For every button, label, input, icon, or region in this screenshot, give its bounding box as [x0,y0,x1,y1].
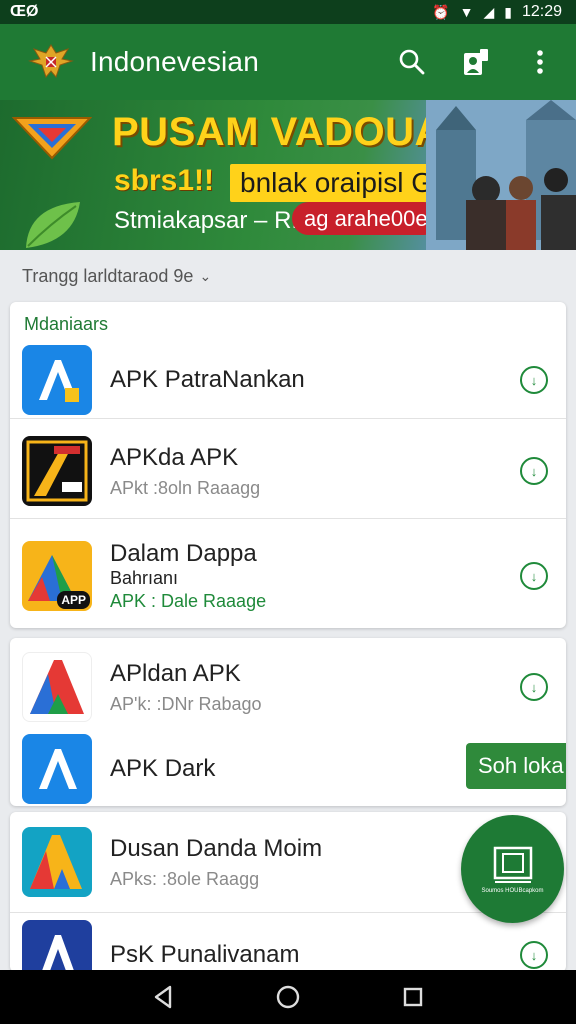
app-icon: APP [22,541,92,611]
snackbar-action-button[interactable]: Soh loka [466,743,566,789]
banner-headline: PUSAM VADOUAN [112,110,474,154]
app-icon [22,827,92,897]
banner-pill: ag arahe00e [292,202,440,235]
list-item[interactable]: PsK Punalivanam ↓ [10,920,566,972]
system-nav-bar [0,970,576,1024]
app-title: Indonevesian [90,46,259,77]
wifi-icon: ▼ [459,4,474,20]
app-icon [22,436,92,506]
app-icon [22,652,92,722]
status-time: 12:29 [521,3,562,20]
app-icon [22,345,92,415]
list-item[interactable]: APldan APK AP'k: :DNr Rabago ↓ [10,648,566,726]
app-list-card: Mdaniaars APK PatraNankan ↓ APKda APK AP… [10,302,566,628]
sort-dropdown[interactable]: Trangg larldtaraod 9e ⌄ [22,266,211,287]
list-item[interactable]: APKda APK APkt :8oln Raaagg ↓ [10,426,566,516]
app-subtitle: APkt :8oln Raaagg [110,477,261,498]
garuda-logo-icon [24,35,78,89]
diamond-logo-icon [12,117,92,160]
app-name: APKda APK [110,443,239,471]
app-category: Bahrıanı [110,568,179,588]
list-item[interactable]: APP Dalam Dappa Bahrıanı APK : Dale Raaa… [10,528,566,624]
list-item[interactable]: APK PatraNankan ↓ [10,342,566,418]
app-subtitle: AP'k: :DNr Rabago [110,693,262,714]
recents-icon[interactable] [393,977,433,1017]
banner-pill-label: ag arahe00e [292,202,440,235]
app-name: APK PatraNankan [110,366,305,393]
back-icon[interactable] [143,977,183,1017]
app-subtitle: APK : Dale Raaage [110,591,267,611]
more-vert-icon[interactable] [520,42,560,82]
download-icon[interactable]: ↓ [520,366,548,394]
search-icon[interactable] [392,42,432,82]
status-bar: ŒØ ⏰ ▼ ◢ ▮ 12:29 [0,0,576,24]
divider [10,518,566,519]
section-title: Mdaniaars [24,314,109,334]
status-left-text: ŒØ [10,3,39,20]
floating-action-button[interactable]: Soumos HOUBcapkom [461,815,564,923]
chevron-down-icon: ⌄ [199,268,212,284]
sort-label: Trangg larldtaraod 9e [22,266,194,286]
leaf-icon [26,202,80,248]
home-icon[interactable] [268,977,308,1017]
app-icon [22,920,92,972]
promo-banner[interactable]: PUSAM VADOUAN sbrs1!! bnlak oraipisl Grd… [0,100,576,250]
divider [10,418,566,419]
download-icon[interactable]: ↓ [520,562,548,590]
alarm-icon: ⏰ [432,4,450,20]
app-name: PsK Punalivanam [110,941,300,968]
app-name: Dalam Dappa [110,540,257,567]
app-name: APldan APK [110,659,241,687]
battery-icon: ▮ [504,4,512,20]
signal-icon: ◢ [483,4,495,20]
download-icon[interactable]: ↓ [520,673,548,701]
banner-photo-illustration [426,100,576,250]
app-icon-badge: APP [57,591,90,609]
account-icon[interactable] [456,42,496,82]
app-bar: Indonevesian [0,24,576,100]
fab-label: Soumos HOUBcapkom [481,888,544,894]
download-icon[interactable]: ↓ [520,941,548,969]
app-icon [22,734,92,804]
banner-subtitle: Stmiakapsar – Rı [114,207,299,234]
download-icon[interactable]: ↓ [520,457,548,485]
document-icon [493,846,532,883]
banner-promo-text: sbrs1!! [114,164,215,197]
